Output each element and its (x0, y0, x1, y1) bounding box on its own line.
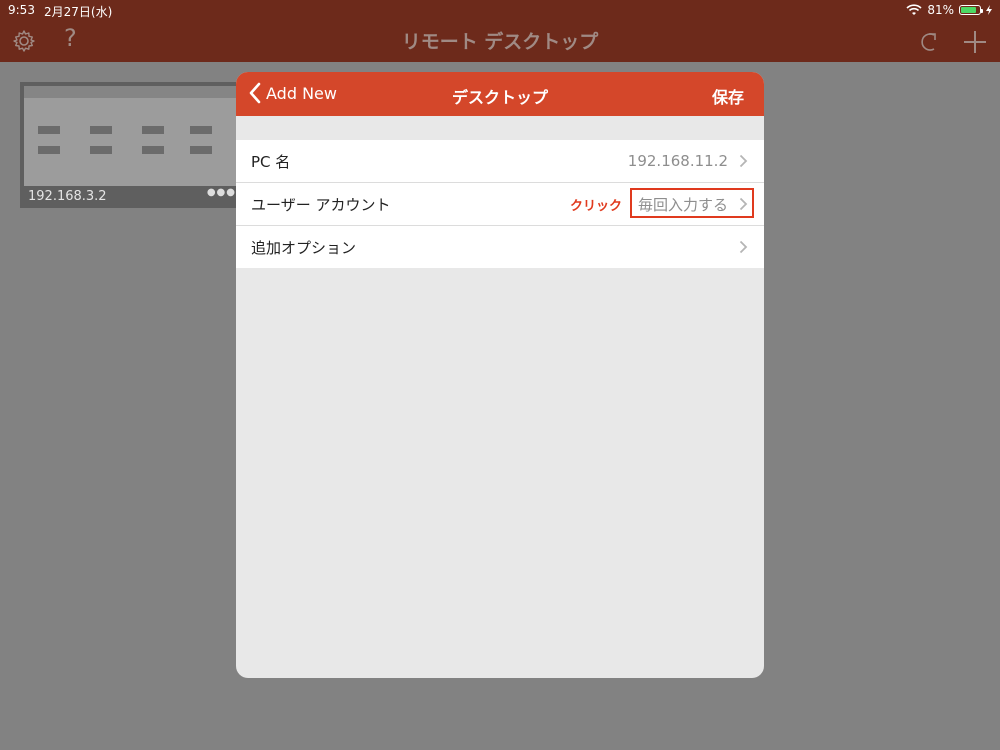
click-annotation: クリック (569, 198, 622, 214)
save-button[interactable]: 保存 (712, 84, 744, 108)
battery-icon (959, 5, 983, 15)
sheet-nav-bar: Add New デスクトップ 保存 (236, 72, 764, 116)
desktop-preview-image (24, 86, 238, 186)
row-value: 192.168.11.2 (627, 152, 728, 170)
chevron-right-icon (739, 154, 748, 168)
sheet-title: デスクトップ (451, 88, 548, 107)
add-desktop-sheet: Add New デスクトップ 保存 PC 名 192.168.11.2 ユーザー… (236, 72, 764, 678)
status-date: 2月27日(水) (44, 5, 113, 19)
settings-list: PC 名 192.168.11.2 ユーザー アカウント クリック 毎回入力する… (236, 140, 764, 268)
saved-desktop-tile[interactable]: 192.168.3.2 ●●● (20, 82, 242, 208)
row-label: ユーザー アカウント (251, 195, 391, 214)
preview-tile (38, 126, 60, 134)
status-bar: 9:53 2月27日(水) 81% (0, 0, 1000, 20)
preview-tile (90, 126, 112, 134)
row-additional-options[interactable]: 追加オプション (236, 226, 764, 268)
wifi-icon (906, 4, 922, 15)
preview-tile (190, 146, 212, 154)
charging-bolt-icon (986, 5, 992, 15)
redo-icon[interactable] (914, 29, 940, 55)
more-options-icon[interactable]: ●●● (207, 187, 236, 198)
app-top-bar: 9:53 2月27日(水) 81% ? リモート デスクトップ (0, 0, 1000, 62)
add-icon[interactable] (962, 29, 988, 55)
row-label: PC 名 (251, 152, 291, 171)
row-user-account[interactable]: ユーザー アカウント クリック 毎回入力する (236, 183, 764, 226)
battery-percent: 81% (927, 3, 954, 17)
status-time: 9:53 (8, 3, 35, 17)
saved-desktop-label: 192.168.3.2 (28, 189, 107, 204)
row-label: 追加オプション (251, 238, 357, 257)
battery-fill (961, 7, 976, 13)
app-title: リモート デスクトップ (401, 31, 599, 53)
status-right: 81% (906, 3, 992, 17)
preview-tile (142, 126, 164, 134)
preview-tile (90, 146, 112, 154)
highlight-box (630, 188, 754, 218)
preview-tile (142, 146, 164, 154)
preview-tile (38, 146, 60, 154)
preview-tile (190, 126, 212, 134)
preview-toolbar (24, 86, 238, 98)
chevron-right-icon (739, 240, 748, 254)
row-pc-name[interactable]: PC 名 192.168.11.2 (236, 140, 764, 183)
